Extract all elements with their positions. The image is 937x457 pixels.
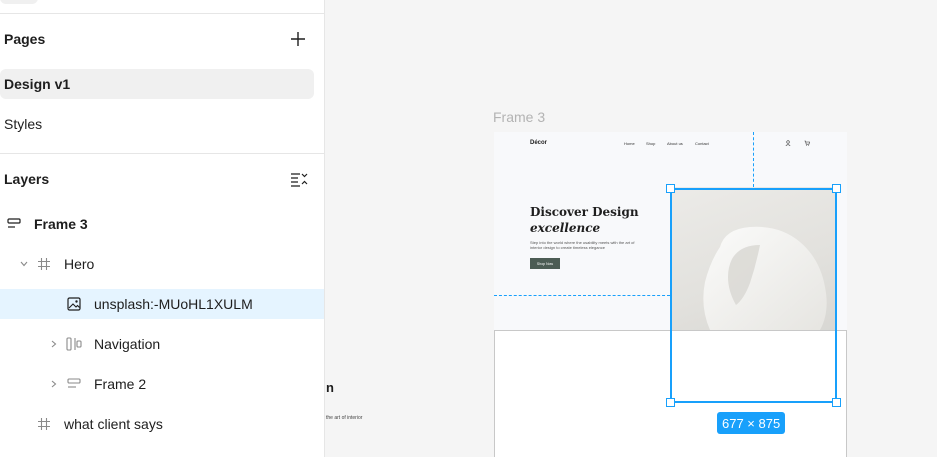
resize-handle-bottom-left[interactable] xyxy=(666,398,675,407)
spacing-guide-vertical xyxy=(753,132,754,187)
layer-row-unsplash-image[interactable]: unsplash:-MUoHL1XULM xyxy=(0,289,324,319)
layer-label: what client says xyxy=(64,416,163,432)
page-item-styles[interactable]: Styles xyxy=(0,109,314,139)
nav-link-shop[interactable]: Shop xyxy=(646,141,655,146)
dimension-badge: 677 × 875 xyxy=(717,412,786,434)
layer-label: Frame 3 xyxy=(34,216,88,232)
shop-now-button[interactable]: Shop Now xyxy=(530,258,560,269)
resize-handle-bottom-right[interactable] xyxy=(832,398,841,407)
panel-top-tab[interactable] xyxy=(0,0,38,4)
layer-label: unsplash:-MUoHL1XULM xyxy=(94,296,253,312)
resize-handle-top-left[interactable] xyxy=(666,184,675,193)
layer-row-navigation[interactable]: Navigation xyxy=(0,329,324,359)
page-item-design-v1[interactable]: Design v1 xyxy=(0,69,314,99)
add-page-button[interactable] xyxy=(288,29,308,49)
hash-icon xyxy=(36,416,52,432)
layer-label: Navigation xyxy=(94,336,161,352)
frame-label[interactable]: Frame 3 xyxy=(493,109,545,125)
offscreen-heading-fragment: n xyxy=(326,380,334,395)
layer-label: Frame 2 xyxy=(94,376,147,392)
chevron-right-icon[interactable] xyxy=(48,338,60,350)
image-icon xyxy=(66,296,82,312)
selection-box[interactable] xyxy=(670,188,837,403)
nav-logo[interactable]: Décor xyxy=(530,140,547,146)
hero-title[interactable]: Discover Design xyxy=(530,205,639,220)
layer-row-frame-2[interactable]: Frame 2 xyxy=(0,369,324,399)
list-collapse-icon xyxy=(291,173,308,187)
resize-handle-top-right[interactable] xyxy=(832,184,841,193)
frame-icon xyxy=(6,216,22,232)
chevron-right-icon[interactable] xyxy=(48,378,60,390)
divider xyxy=(0,13,324,14)
spacing-guide-horizontal xyxy=(494,295,670,296)
pages-title: Pages xyxy=(4,31,46,47)
rows-icon xyxy=(66,376,82,392)
collapse-layers-button[interactable] xyxy=(289,169,309,189)
hero-description[interactable]: Step into the world where the usability … xyxy=(530,240,640,250)
page-item-label: Styles xyxy=(4,116,43,132)
nav-link-about[interactable]: About us xyxy=(667,141,683,146)
layer-row-frame-3[interactable]: Frame 3 xyxy=(0,209,324,239)
columns-icon xyxy=(66,336,82,352)
user-icon[interactable] xyxy=(785,140,791,146)
nav-link-contact[interactable]: Contact xyxy=(695,141,709,146)
cart-icon[interactable] xyxy=(804,140,810,146)
layer-row-hero[interactable]: Hero xyxy=(0,249,324,279)
hero-title-emphasis[interactable]: excellence xyxy=(530,221,600,235)
layer-row-what-client-says[interactable]: what client says xyxy=(0,409,324,439)
chevron-down-icon[interactable] xyxy=(18,258,30,270)
plus-icon xyxy=(291,32,305,46)
nav-link-home[interactable]: Home xyxy=(624,141,635,146)
left-panel: Pages Design v1 Styles Layers Frame 3 He… xyxy=(0,0,325,457)
design-canvas[interactable]: n the art of interior Frame 3 Décor Home… xyxy=(326,0,937,457)
layer-label: Hero xyxy=(64,256,95,272)
offscreen-text-fragment: the art of interior xyxy=(326,415,363,421)
layers-title: Layers xyxy=(4,171,50,187)
hash-icon xyxy=(36,256,52,272)
page-item-label: Design v1 xyxy=(4,76,71,92)
divider xyxy=(0,153,324,154)
